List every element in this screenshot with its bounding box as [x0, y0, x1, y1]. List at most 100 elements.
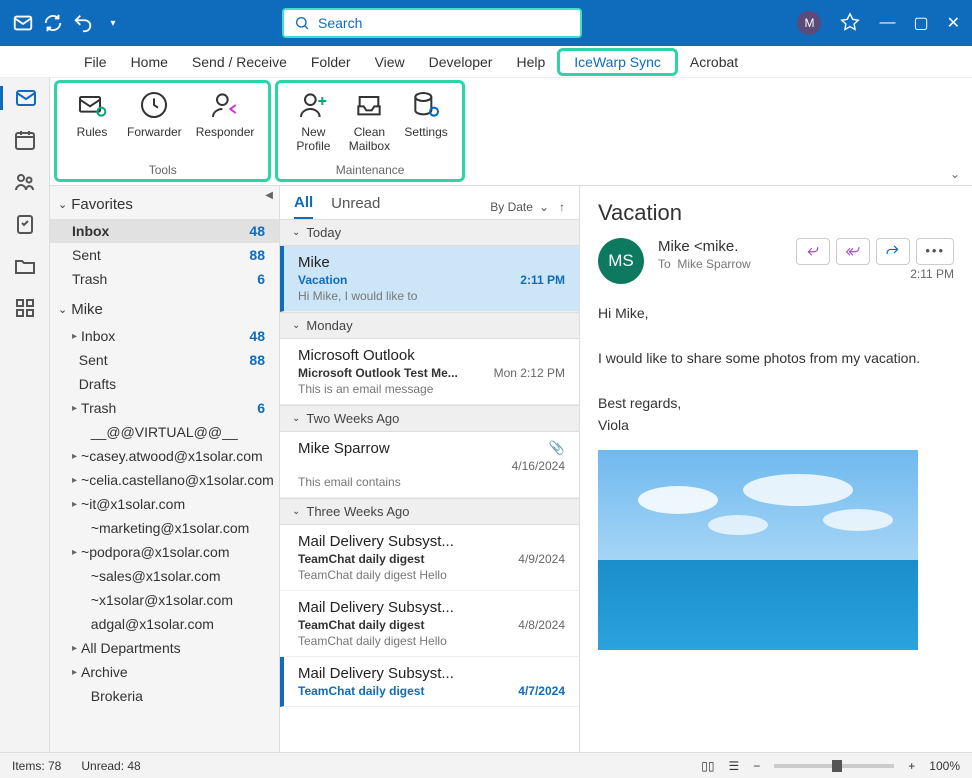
folder-sent[interactable]: Sent88 — [50, 243, 279, 267]
search-input[interactable] — [318, 15, 570, 31]
menu-file[interactable]: File — [72, 49, 119, 75]
search-box[interactable] — [282, 8, 582, 38]
folder-item[interactable]: ▸All Departments — [50, 636, 279, 660]
folderpane-collapse-icon[interactable]: ◀ — [265, 190, 273, 201]
maximize-button[interactable]: ▢ — [913, 13, 928, 33]
sender-name: Mike <mike. — [658, 238, 782, 255]
menu-send-receive[interactable]: Send / Receive — [180, 49, 299, 75]
folder-item[interactable]: ~marketing@x1solar.com — [50, 516, 279, 540]
tray-icon — [353, 89, 385, 121]
ribbon-collapse-icon[interactable]: ⌄ — [950, 167, 960, 181]
tab-all[interactable]: All — [294, 194, 313, 219]
user-avatar[interactable]: M — [797, 11, 821, 35]
folder-trash[interactable]: Trash6 — [50, 267, 279, 291]
layout-icon-2[interactable]: ☰ — [729, 759, 740, 773]
left-rail — [0, 78, 50, 752]
people-rail-icon[interactable] — [13, 170, 37, 194]
folder-item[interactable]: adgal@x1solar.com — [50, 612, 279, 636]
titlebar: ▾ M — ▢ ✕ — [0, 0, 972, 46]
apps-rail-icon[interactable] — [13, 296, 37, 320]
zoom-level: 100% — [929, 759, 960, 773]
folder-item[interactable]: Drafts — [50, 372, 279, 396]
attachment-image[interactable] — [598, 450, 918, 650]
msg-group-header[interactable]: ⌄ Today — [280, 219, 579, 246]
folder-item[interactable]: ▸~celia.castellano@x1solar.com — [50, 468, 279, 492]
rules-button[interactable]: Rules — [65, 87, 119, 163]
person-plus-icon — [297, 89, 329, 121]
msg-group-header[interactable]: ⌄ Monday — [280, 312, 579, 339]
message-item[interactable]: Mail Delivery Subsyst...TeamChat daily d… — [280, 657, 579, 707]
msg-group-header[interactable]: ⌄ Three Weeks Ago — [280, 498, 579, 525]
email-time: 2:11 PM — [796, 267, 954, 281]
favorites-header[interactable]: ⌄Favorites — [50, 186, 279, 219]
envelope-gear-icon — [76, 89, 108, 121]
ribbon-group-label: Maintenance — [278, 163, 461, 179]
message-item[interactable]: Mail Delivery Subsyst...TeamChat daily d… — [280, 591, 579, 657]
tab-unread[interactable]: Unread — [331, 195, 380, 218]
email-body: Hi Mike, I would like to share some phot… — [598, 302, 954, 436]
settings-button[interactable]: Settings — [398, 87, 453, 163]
reply-button[interactable] — [796, 238, 830, 265]
menu-view[interactable]: View — [363, 49, 417, 75]
folder-item[interactable]: ~sales@x1solar.com — [50, 564, 279, 588]
premium-icon[interactable] — [839, 12, 861, 34]
app-icon — [12, 12, 34, 34]
status-items-count: Items: 78 — [12, 759, 61, 773]
zoom-slider[interactable] — [774, 764, 894, 768]
mail-rail-icon[interactable] — [0, 86, 49, 110]
to-label: To — [658, 257, 671, 271]
message-list: All Unread By Date ⌄ ↑ ⌄ TodayMikeVacati… — [280, 186, 580, 752]
more-actions-button[interactable]: ••• — [916, 238, 954, 265]
menu-help[interactable]: Help — [504, 49, 557, 75]
forwarder-button[interactable]: Forwarder — [121, 87, 188, 163]
new-profile-button[interactable]: New Profile — [286, 87, 340, 163]
folder-item[interactable]: ▸~podpora@x1solar.com — [50, 540, 279, 564]
status-unread-count: Unread: 48 — [81, 759, 140, 773]
tasks-rail-icon[interactable] — [13, 212, 37, 236]
folder-item[interactable]: ~x1solar@x1solar.com — [50, 588, 279, 612]
sender-avatar: MS — [598, 238, 644, 284]
minimize-button[interactable]: — — [879, 14, 895, 32]
undo-icon[interactable] — [72, 12, 94, 34]
folder-inbox[interactable]: Inbox48 — [50, 219, 279, 243]
clock-icon — [138, 89, 170, 121]
zoom-out-button[interactable]: − — [753, 759, 760, 773]
folder-item[interactable]: ▸Inbox48 — [50, 324, 279, 348]
account-header[interactable]: ⌄Mike — [50, 291, 279, 324]
clean-mailbox-button[interactable]: Clean Mailbox — [342, 87, 396, 163]
sync-icon[interactable] — [42, 12, 64, 34]
message-item[interactable]: Mail Delivery Subsyst...TeamChat daily d… — [280, 525, 579, 591]
qat-customize-icon[interactable]: ▾ — [102, 12, 124, 34]
zoom-in-button[interactable]: + — [908, 759, 915, 773]
statusbar: Items: 78 Unread: 48 ▯▯ ☰ − + 100% — [0, 752, 972, 778]
msg-group-header[interactable]: ⌄ Two Weeks Ago — [280, 405, 579, 432]
layout-icon[interactable]: ▯▯ — [701, 759, 714, 773]
attachment-icon: 📎 — [549, 440, 565, 456]
folder-item[interactable]: Sent88 — [50, 348, 279, 372]
message-item[interactable]: Microsoft OutlookMicrosoft Outlook Test … — [280, 339, 579, 405]
menu-acrobat[interactable]: Acrobat — [678, 49, 750, 75]
folder-item[interactable]: ▸~it@x1solar.com — [50, 492, 279, 516]
message-item[interactable]: MikeVacation2:11 PMHi Mike, I would like… — [280, 246, 579, 312]
folder-item[interactable]: ▸Trash6 — [50, 396, 279, 420]
reply-all-button[interactable] — [836, 238, 870, 265]
folder-item[interactable]: __@@VIRTUAL@@__ — [50, 420, 279, 444]
folder-item[interactable]: ▸Archive — [50, 660, 279, 684]
menu-home[interactable]: Home — [119, 49, 180, 75]
folder-rail-icon[interactable] — [13, 254, 37, 278]
message-item[interactable]: Mike Sparrow📎4/16/2024This email contain… — [280, 432, 579, 498]
folder-item[interactable]: ▸~casey.atwood@x1solar.com — [50, 444, 279, 468]
responder-button[interactable]: Responder — [190, 87, 261, 163]
menubar: FileHomeSend / ReceiveFolderViewDevelope… — [0, 46, 972, 78]
calendar-rail-icon[interactable] — [13, 128, 37, 152]
menu-developer[interactable]: Developer — [417, 49, 505, 75]
sort-dropdown[interactable]: By Date ⌄ ↑ — [490, 200, 565, 214]
database-gear-icon — [410, 89, 442, 121]
menu-icewarp-sync[interactable]: IceWarp Sync — [557, 48, 678, 76]
person-reply-icon — [209, 89, 241, 121]
folder-pane: ◀ ⌄FavoritesInbox48Sent88Trash6⌄Mike ▸In… — [50, 186, 280, 752]
close-button[interactable]: ✕ — [947, 13, 960, 33]
forward-button[interactable] — [876, 238, 910, 265]
folder-item[interactable]: Brokeria — [50, 684, 279, 708]
menu-folder[interactable]: Folder — [299, 49, 363, 75]
